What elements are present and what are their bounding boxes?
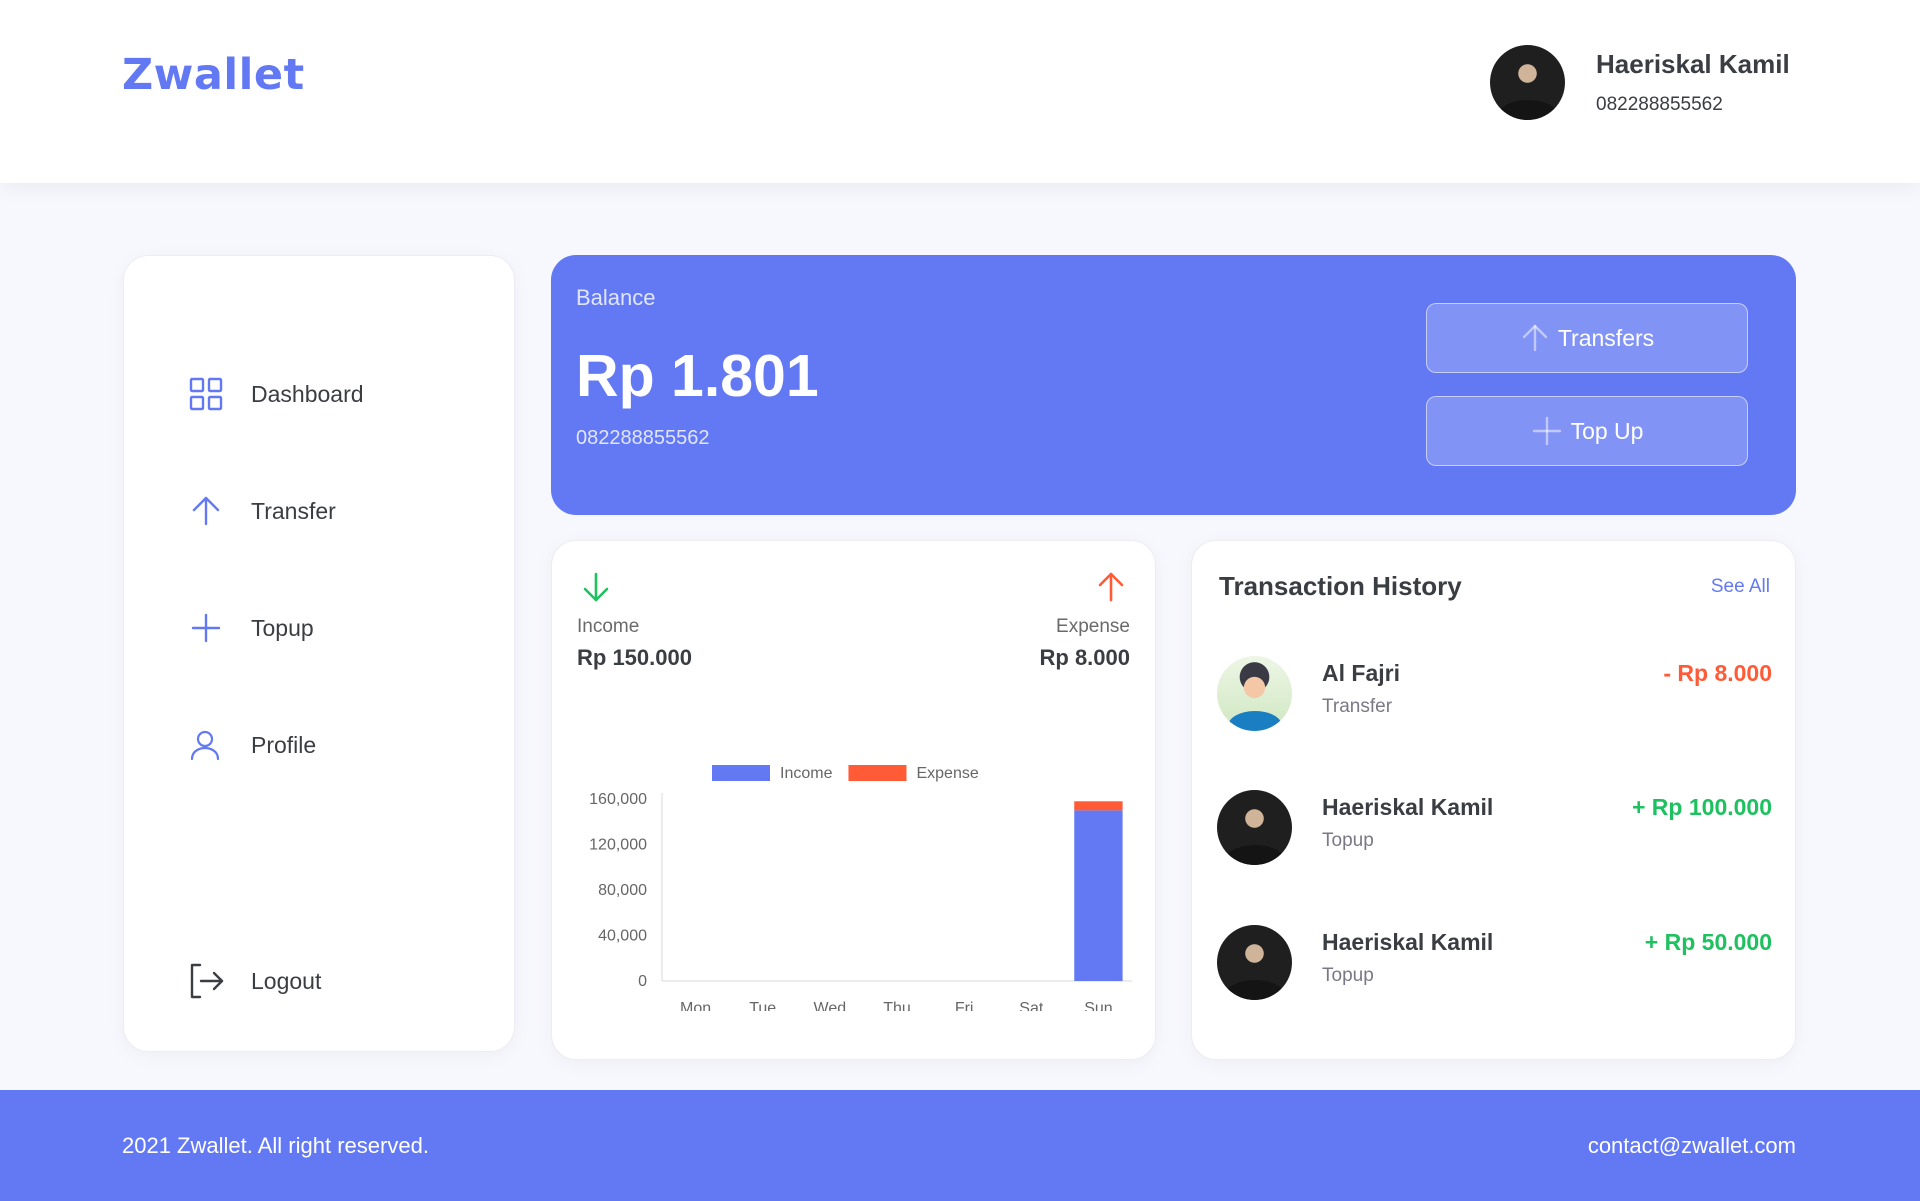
sidebar-item-label: Profile [251,731,317,758]
logout-label: Logout [251,967,322,994]
income-expense-chart: Income Expense 0 40,000 80,000 120,000 160,000… [589,765,1132,1011]
sidebar-item-label: Transfer [251,497,336,524]
bar-expense [1074,801,1123,811]
topup-button[interactable]: Top Up [1426,396,1748,466]
expense-label: Expense [1056,616,1130,637]
x-tick-label: Fri [955,1000,974,1011]
plus-icon [187,609,225,647]
y-tick-label: 120,000 [589,837,647,854]
balance-label: Balance [576,285,656,310]
y-tick-label: 0 [638,973,647,990]
y-tick-label: 80,000 [598,882,647,899]
topup-label: Top Up [1570,417,1644,444]
legend-swatch [848,765,907,781]
x-tick-label: Tue [749,1000,776,1011]
balance-phone: 082288855562 [576,427,710,449]
transaction-item[interactable]: Al Fajri Transfer - Rp 8.000 [1217,656,1772,732]
avatar[interactable] [1490,45,1565,120]
see-all-link[interactable]: See All [1711,576,1770,598]
brand-logo[interactable]: Zwallet [122,50,305,100]
transaction-name: Haeriskal Kamil [1322,929,1494,955]
transaction-amount: + Rp 50.000 [1644,929,1772,955]
avatar [1217,925,1292,1000]
top-header: Zwallet Haeriskal Kamil 082288855562 [0,0,1920,183]
logout-icon [187,962,225,1000]
sidebar: Dashboard Transfer Topup Profile Logout [123,255,515,1052]
legend-label: Expense [916,765,978,782]
balance-card: Balance Rp 1.801 082288855562 Transfers … [551,255,1796,515]
sidebar-item-dashboard[interactable]: Dashboard [187,374,364,414]
transfers-button[interactable]: Transfers [1426,303,1748,373]
history-title: Transaction History [1219,571,1462,601]
arrow-down-icon [580,571,612,608]
contact-email[interactable]: contact@zwallet.com [1588,1133,1796,1159]
arrow-up-icon [1520,323,1550,353]
transaction-type: Topup [1322,830,1374,851]
transaction-item[interactable]: Haeriskal Kamil Topup + Rp 50.000 [1217,925,1772,1001]
x-tick-label: Mon [680,1000,711,1011]
transaction-type: Topup [1322,965,1374,986]
sidebar-item-label: Topup [251,614,314,641]
income-value: Rp 150.000 [577,645,692,670]
user-name: Haeriskal Kamil [1596,49,1790,79]
bar-income [1074,810,1123,981]
sidebar-item-transfer[interactable]: Transfer [187,491,336,531]
x-tick-label: Wed [814,1000,847,1011]
legend-swatch [712,765,770,781]
legend-label: Income [780,765,833,782]
y-tick-label: 160,000 [589,791,647,808]
copyright-text: 2021 Zwallet. All right reserved. [122,1133,429,1158]
expense-value: Rp 8.000 [1039,645,1131,670]
x-tick-label: Sun [1084,1000,1112,1011]
transaction-history-card: Transaction History See All Al Fajri Tra… [1191,540,1796,1060]
transaction-item[interactable]: Haeriskal Kamil Topup + Rp 100.000 [1217,790,1772,866]
logout-button[interactable]: Logout [187,961,321,1001]
transaction-name: Al Fajri [1322,660,1400,686]
x-tick-label: Sat [1019,1000,1044,1011]
user-icon [187,726,225,764]
footer: 2021 Zwallet. All right reserved. contac… [0,1090,1920,1201]
sidebar-item-profile[interactable]: Profile [187,725,316,765]
transaction-name: Haeriskal Kamil [1322,794,1494,820]
balance-amount: Rp 1.801 [576,343,819,409]
income-label: Income [577,616,640,637]
sidebar-item-label: Dashboard [251,380,364,407]
avatar [1217,656,1292,731]
arrow-up-icon [1095,571,1127,608]
y-tick-label: 40,000 [598,928,647,945]
plus-icon [1531,415,1563,447]
transaction-amount: + Rp 100.000 [1631,794,1772,820]
income-expense-card: Income Rp 150.000 Expense Rp 8.000 Incom… [551,540,1156,1060]
grid-icon [187,375,225,413]
user-phone: 082288855562 [1596,94,1723,115]
avatar [1217,790,1292,865]
x-tick-label: Thu [883,1000,911,1011]
transfers-label: Transfers [1557,324,1655,351]
sidebar-item-topup[interactable]: Topup [187,608,314,648]
transaction-amount: - Rp 8.000 [1663,660,1772,686]
arrow-up-icon [187,492,225,530]
transaction-type: Transfer [1322,696,1393,717]
